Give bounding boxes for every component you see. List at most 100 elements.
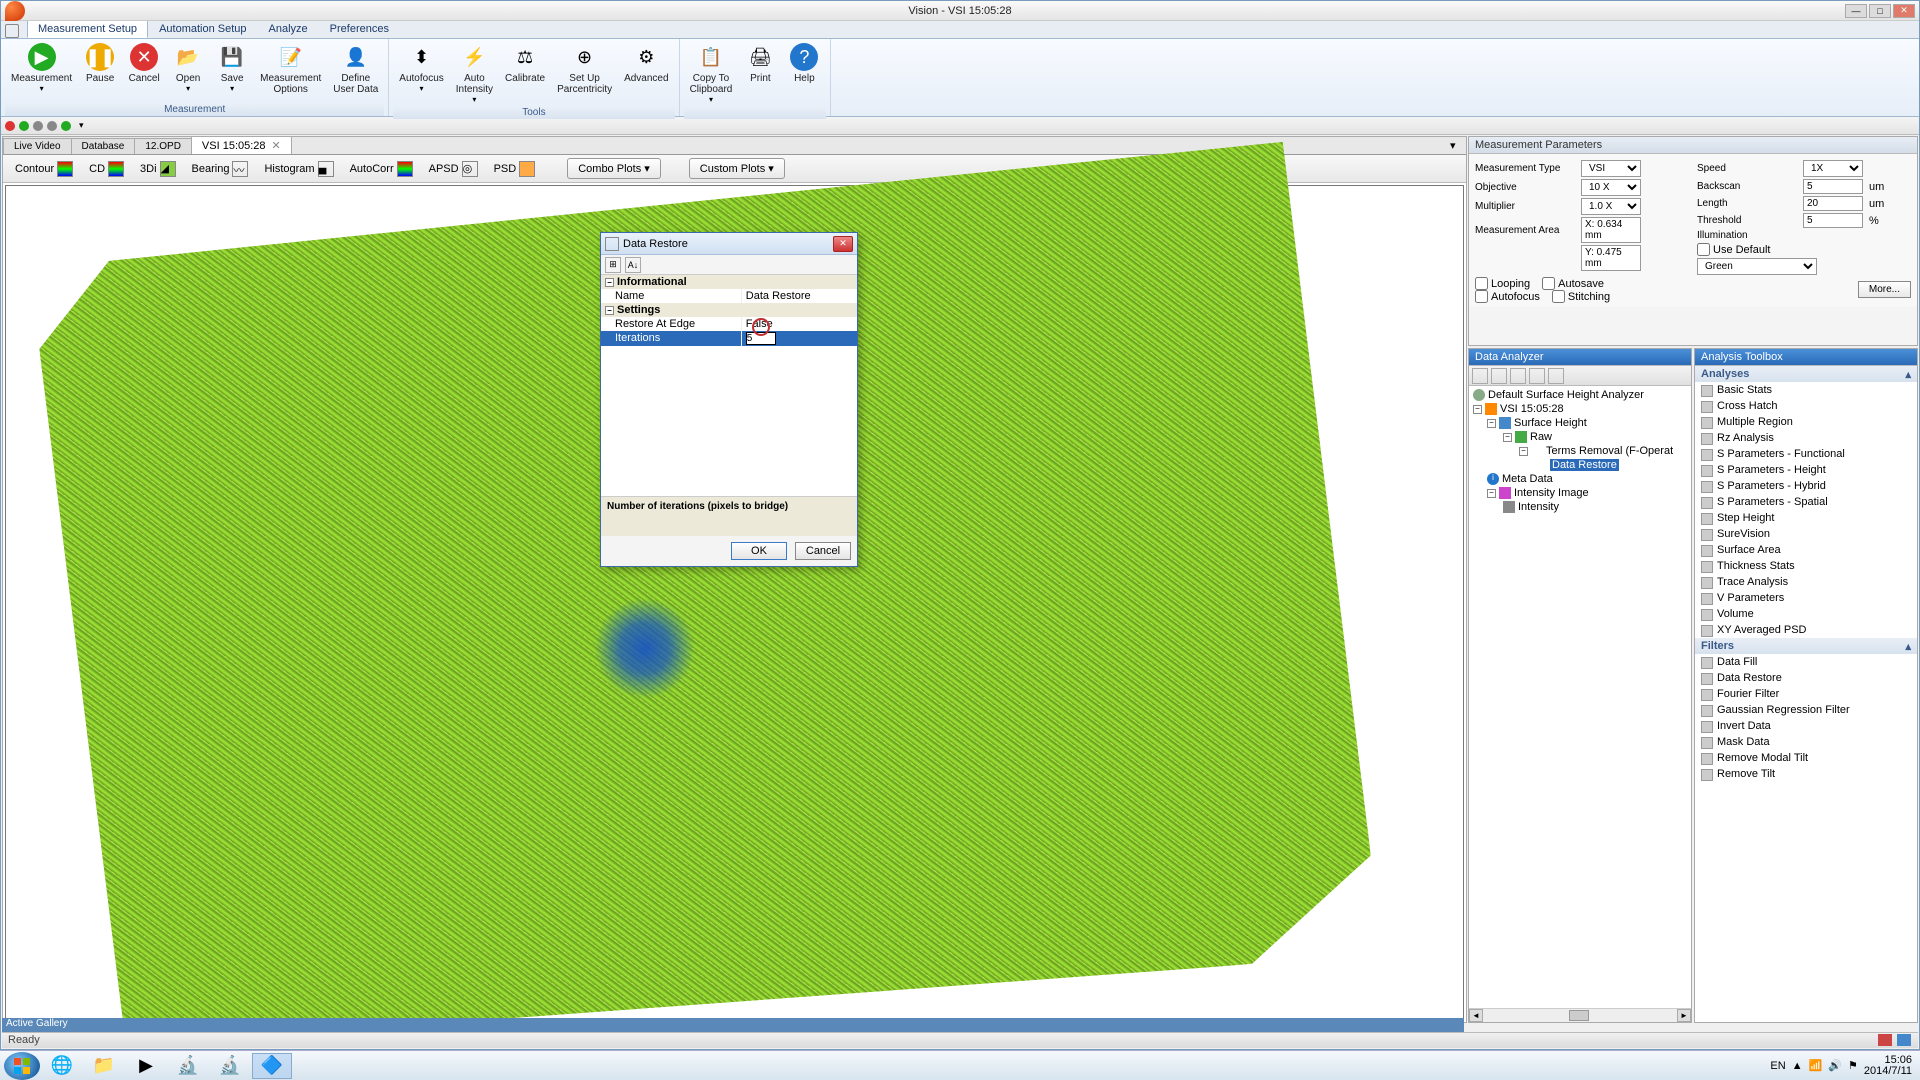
autofocus-check[interactable]: Autofocus [1475, 290, 1540, 303]
da-tool-icon[interactable] [1491, 368, 1507, 384]
tool-item[interactable]: Trace Analysis [1695, 574, 1917, 590]
status-icon[interactable] [1897, 1034, 1911, 1046]
length-input[interactable] [1803, 196, 1863, 211]
dot-icon[interactable] [61, 121, 71, 131]
dot-icon[interactable] [33, 121, 43, 131]
autofocus-button[interactable]: ⬍Autofocus▾ [393, 41, 449, 106]
help-button[interactable]: ?Help [782, 41, 826, 106]
doc-tab-opd[interactable]: 12.OPD [134, 138, 192, 154]
taskbar-app1[interactable]: 🔬 [168, 1053, 208, 1079]
tool-item[interactable]: SureVision [1695, 526, 1917, 542]
tab-preferences[interactable]: Preferences [319, 20, 400, 38]
h-scrollbar[interactable]: ◄► [1469, 1008, 1691, 1022]
pause-button[interactable]: ❚❚Pause [78, 41, 122, 103]
measurement-button[interactable]: ▶Measurement▾ [5, 41, 78, 103]
minimize-button[interactable]: — [1845, 4, 1867, 18]
tool-item[interactable]: Data Restore [1695, 670, 1917, 686]
tool-item[interactable]: Remove Tilt [1695, 766, 1917, 782]
tree-root[interactable]: Default Surface Height Analyzer [1471, 388, 1689, 402]
measurement-options-button[interactable]: 📝Measurement Options [254, 41, 327, 103]
tool-item[interactable]: Step Height [1695, 510, 1917, 526]
tool-item[interactable]: Multiple Region [1695, 414, 1917, 430]
tool-item[interactable]: Mask Data [1695, 734, 1917, 750]
doc-tab-live-video[interactable]: Live Video [3, 138, 72, 154]
tool-item[interactable]: Remove Modal Tilt [1695, 750, 1917, 766]
prop-category-settings[interactable]: −Settings [601, 303, 857, 317]
da-tool-icon[interactable] [1472, 368, 1488, 384]
histogram-button[interactable]: Histogram▄ [260, 159, 337, 179]
stitching-check[interactable]: Stitching [1552, 290, 1610, 303]
prop-category-informational[interactable]: −Informational [601, 275, 857, 289]
advanced-button[interactable]: ⚙Advanced [618, 41, 674, 106]
define-user-data-button[interactable]: 👤Define User Data [327, 41, 384, 103]
prop-row-name[interactable]: NameData Restore [601, 289, 857, 303]
da-tool-icon[interactable] [1529, 368, 1545, 384]
tool-item[interactable]: S Parameters - Functional [1695, 446, 1917, 462]
doc-tab-vsi[interactable]: VSI 15:05:28✕ [191, 136, 292, 154]
speed-select[interactable]: 1X [1803, 160, 1863, 177]
tool-item[interactable]: Invert Data [1695, 718, 1917, 734]
da-tool-icon[interactable] [1510, 368, 1526, 384]
copy-clipboard-button[interactable]: 📋Copy To Clipboard▾ [684, 41, 739, 106]
tree-meta-data[interactable]: iMeta Data [1471, 472, 1689, 486]
multiplier-select[interactable]: 1.0 X [1581, 198, 1641, 215]
tool-item[interactable]: XY Averaged PSD [1695, 622, 1917, 638]
open-button[interactable]: 📂Open▾ [166, 41, 210, 103]
tabs-dropdown[interactable]: ▾ [1450, 139, 1464, 153]
apsd-button[interactable]: APSD◎ [425, 159, 482, 179]
objective-select[interactable]: 10 X [1581, 179, 1641, 196]
systray-network-icon[interactable]: 📶 [1809, 1059, 1823, 1072]
cancel-button[interactable]: ✕Cancel [122, 41, 166, 103]
calibrate-button[interactable]: ⚖Calibrate [499, 41, 551, 106]
sort-icon[interactable]: A↓ [625, 257, 641, 273]
tool-item[interactable]: S Parameters - Height [1695, 462, 1917, 478]
tab-analyze[interactable]: Analyze [258, 20, 319, 38]
contour-button[interactable]: Contour [11, 159, 77, 179]
status-icon[interactable] [1878, 1034, 1892, 1046]
dot-icon[interactable] [47, 121, 57, 131]
dialog-close-button[interactable]: ✕ [833, 236, 853, 252]
tool-item[interactable]: S Parameters - Hybrid [1695, 478, 1917, 494]
combo-plots-button[interactable]: Combo Plots ▾ [567, 158, 661, 179]
save-button[interactable]: 💾Save▾ [210, 41, 254, 103]
ok-button[interactable]: OK [731, 542, 787, 560]
active-gallery-bar[interactable]: Active Gallery [2, 1018, 1464, 1032]
dot-icon[interactable] [19, 121, 29, 131]
backscan-input[interactable] [1803, 179, 1863, 194]
tree-data-restore[interactable]: Data Restore [1471, 458, 1689, 472]
auto-intensity-button[interactable]: ⚡Auto Intensity▾ [450, 41, 499, 106]
systray-clock[interactable]: 15:06 2014/7/11 [1864, 1055, 1912, 1077]
tab-measurement-setup[interactable]: Measurement Setup [27, 20, 148, 38]
analyses-section[interactable]: Analyses▴ [1695, 366, 1917, 382]
3di-button[interactable]: 3Di◢ [136, 159, 180, 179]
tool-item[interactable]: Gaussian Regression Filter [1695, 702, 1917, 718]
psd-button[interactable]: PSD [490, 159, 540, 179]
filters-section[interactable]: Filters▴ [1695, 638, 1917, 654]
tree-terms-removal[interactable]: −Terms Removal (F-Operat [1471, 444, 1689, 458]
tree-surface-height[interactable]: −Surface Height [1471, 416, 1689, 430]
taskbar-explorer[interactable]: 📁 [84, 1053, 124, 1079]
tree-raw[interactable]: −Raw [1471, 430, 1689, 444]
print-button[interactable]: 🖨Print [738, 41, 782, 106]
tree-dataset[interactable]: −VSI 15:05:28 [1471, 402, 1689, 416]
custom-plots-button[interactable]: Custom Plots ▾ [689, 158, 785, 179]
doc-tab-database[interactable]: Database [71, 138, 136, 154]
parcentricity-button[interactable]: ⊕Set Up Parcentricity [551, 41, 618, 106]
start-button[interactable] [4, 1052, 40, 1080]
tool-item[interactable]: Thickness Stats [1695, 558, 1917, 574]
use-default-check[interactable]: Use Default [1697, 243, 1911, 256]
systray-volume-icon[interactable]: 🔊 [1828, 1059, 1842, 1072]
close-button[interactable]: ✕ [1893, 4, 1915, 18]
taskbar-vision[interactable]: 🔷 [252, 1053, 292, 1079]
prop-row-restore-edge[interactable]: Restore At EdgeFalse [601, 317, 857, 331]
taskbar-ie[interactable]: 🌐 [42, 1053, 82, 1079]
da-tool-icon[interactable] [1548, 368, 1564, 384]
tool-item[interactable]: Basic Stats [1695, 382, 1917, 398]
tool-item[interactable]: V Parameters [1695, 590, 1917, 606]
tool-item[interactable]: Fourier Filter [1695, 686, 1917, 702]
dot-icon[interactable] [5, 121, 15, 131]
taskbar-app2[interactable]: 🔬 [210, 1053, 250, 1079]
bearing-button[interactable]: Bearing〰 [188, 159, 253, 179]
iterations-input[interactable] [746, 332, 776, 345]
systray-icon[interactable]: ⚑ [1848, 1059, 1858, 1072]
